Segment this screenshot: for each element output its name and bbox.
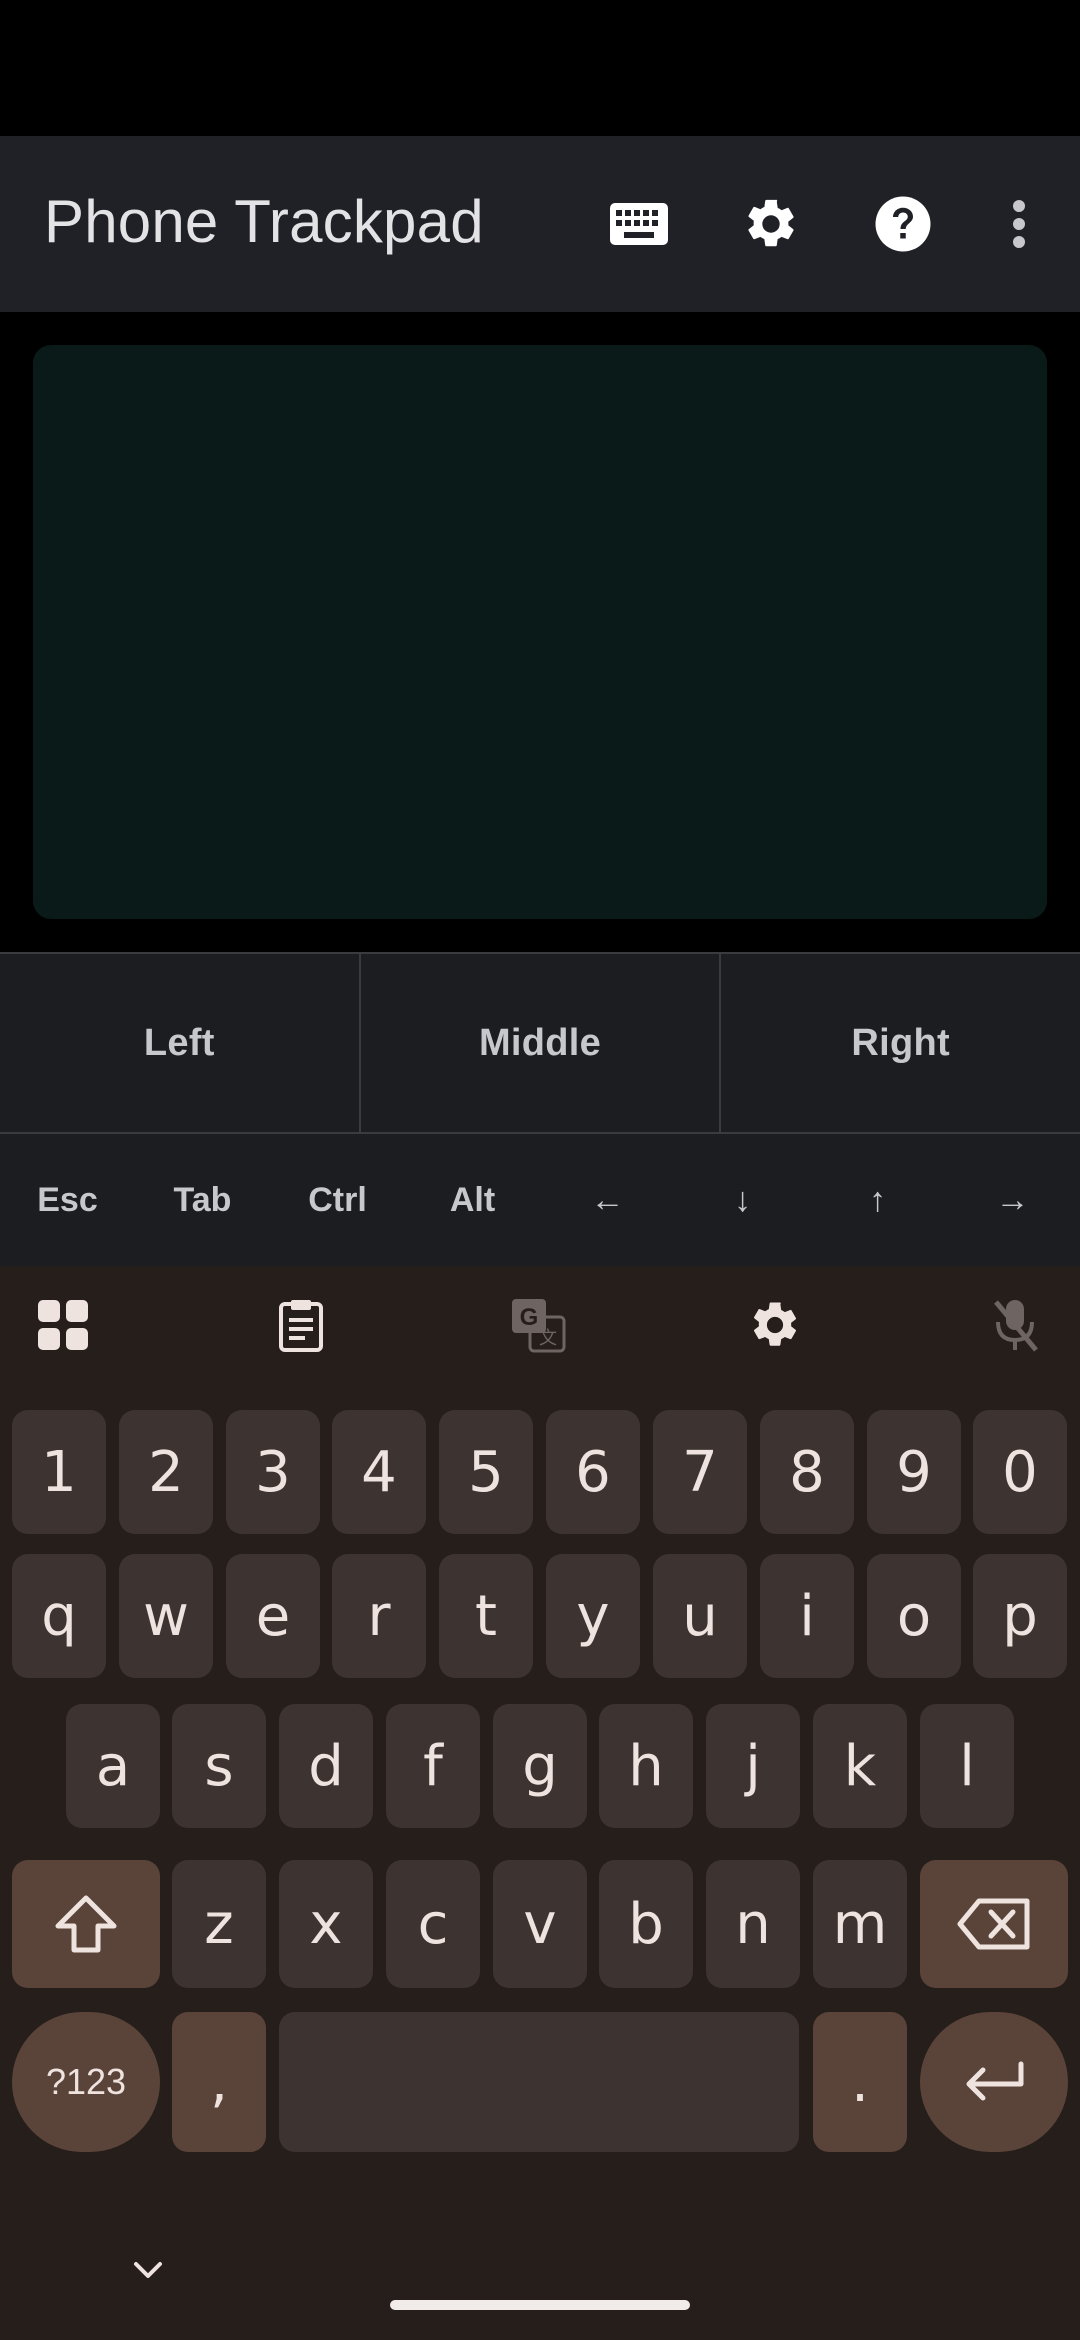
key-d[interactable]: d: [279, 1704, 373, 1828]
mouse-buttons: Left Middle Right: [0, 952, 1080, 1134]
key-a[interactable]: a: [66, 1704, 160, 1828]
key-e[interactable]: e: [226, 1554, 320, 1678]
trackpad-container: [0, 312, 1080, 952]
key-j[interactable]: j: [706, 1704, 800, 1828]
key-2[interactable]: 2: [119, 1410, 213, 1534]
overflow-menu-button[interactable]: [976, 181, 1062, 267]
translate-button[interactable]: G 文: [503, 1290, 573, 1360]
backspace-icon: [957, 1898, 1030, 1950]
key-o[interactable]: o: [867, 1554, 961, 1678]
comma-key[interactable]: ,: [172, 2012, 266, 2152]
key-k[interactable]: k: [813, 1704, 907, 1828]
key-q[interactable]: q: [12, 1554, 106, 1678]
key-9[interactable]: 9: [867, 1410, 961, 1534]
svg-text:G: G: [520, 1304, 539, 1331]
arrow-up-key[interactable]: ↑: [810, 1181, 945, 1220]
svg-text:文: 文: [539, 1328, 557, 1348]
backspace-key[interactable]: [920, 1860, 1068, 1988]
key-f[interactable]: f: [386, 1704, 480, 1828]
apps-grid-icon: [38, 1300, 88, 1350]
right-click-button[interactable]: Right: [719, 954, 1080, 1132]
key-h[interactable]: h: [599, 1704, 693, 1828]
translate-icon: G 文: [512, 1299, 566, 1353]
help-icon: [875, 196, 931, 252]
key-t[interactable]: t: [439, 1554, 533, 1678]
keyboard-settings-icon: [753, 1302, 797, 1346]
key-v[interactable]: v: [493, 1860, 587, 1988]
key-8[interactable]: 8: [760, 1410, 854, 1534]
status-bar: [0, 0, 1080, 136]
apps-grid-button[interactable]: [28, 1290, 98, 1360]
key-i[interactable]: i: [760, 1554, 854, 1678]
key-7[interactable]: 7: [653, 1410, 747, 1534]
key-4[interactable]: 4: [332, 1410, 426, 1534]
key-n[interactable]: n: [706, 1860, 800, 1988]
symbols-key[interactable]: ?123: [12, 2012, 160, 2152]
enter-key[interactable]: [920, 2012, 1068, 2152]
arrow-left-key[interactable]: ←: [540, 1181, 675, 1220]
key-l[interactable]: l: [920, 1704, 1014, 1828]
space-bar[interactable]: [279, 2012, 799, 2152]
key-z[interactable]: z: [172, 1860, 266, 1988]
keyboard-settings-button[interactable]: [740, 1290, 810, 1360]
ctrl-key[interactable]: Ctrl: [270, 1181, 405, 1220]
key-r[interactable]: r: [332, 1554, 426, 1678]
alt-key[interactable]: Alt: [405, 1181, 540, 1220]
voice-input-button[interactable]: [980, 1290, 1050, 1360]
key-3[interactable]: 3: [226, 1410, 320, 1534]
key-s[interactable]: s: [172, 1704, 266, 1828]
arrow-down-key[interactable]: ↓: [675, 1181, 810, 1220]
key-p[interactable]: p: [973, 1554, 1067, 1678]
settings-button[interactable]: [728, 181, 814, 267]
key-m[interactable]: m: [813, 1860, 907, 1988]
key-5[interactable]: 5: [439, 1410, 533, 1534]
key-x[interactable]: x: [279, 1860, 373, 1988]
clipboard-icon: [279, 1300, 323, 1352]
soft-keyboard: G 文 1 2 3 4 5 6 7 8 9 0 q w e r t y u i …: [0, 1266, 1080, 2340]
enter-icon: [966, 2061, 1024, 2101]
app-title: Phone Trackpad: [44, 188, 484, 255]
left-click-button[interactable]: Left: [0, 954, 359, 1132]
key-g[interactable]: g: [493, 1704, 587, 1828]
period-key[interactable]: .: [813, 2012, 907, 2152]
tab-key[interactable]: Tab: [135, 1181, 270, 1220]
app-bar: Phone Trackpad: [0, 136, 1080, 312]
shift-icon: [55, 1895, 117, 1953]
more-vert-icon: [1013, 200, 1025, 248]
clipboard-button[interactable]: [266, 1290, 336, 1360]
key-u[interactable]: u: [653, 1554, 747, 1678]
home-indicator[interactable]: [390, 2300, 690, 2310]
keyboard-button[interactable]: [596, 181, 682, 267]
key-1[interactable]: 1: [12, 1410, 106, 1534]
key-w[interactable]: w: [119, 1554, 213, 1678]
collapse-keyboard-icon[interactable]: [128, 2250, 168, 2290]
modifier-keys-row: Esc Tab Ctrl Alt ← ↓ ↑ →: [0, 1134, 1080, 1266]
settings-icon: [748, 199, 794, 247]
key-0[interactable]: 0: [973, 1410, 1067, 1534]
key-c[interactable]: c: [386, 1860, 480, 1988]
key-y[interactable]: y: [546, 1554, 640, 1678]
key-6[interactable]: 6: [546, 1410, 640, 1534]
middle-click-button[interactable]: Middle: [358, 954, 720, 1132]
mic-off-icon: [994, 1300, 1038, 1352]
keyboard-icon: [610, 203, 668, 245]
keyboard-toolbar: G 文: [0, 1266, 1080, 1384]
shift-key[interactable]: [12, 1860, 160, 1988]
help-button[interactable]: [860, 181, 946, 267]
esc-key[interactable]: Esc: [0, 1181, 135, 1220]
arrow-right-key[interactable]: →: [945, 1181, 1080, 1220]
screen: Phone Trackpad Left Middle Right Esc Tab…: [0, 0, 1080, 2340]
key-b[interactable]: b: [599, 1860, 693, 1988]
trackpad-surface[interactable]: [33, 345, 1047, 919]
